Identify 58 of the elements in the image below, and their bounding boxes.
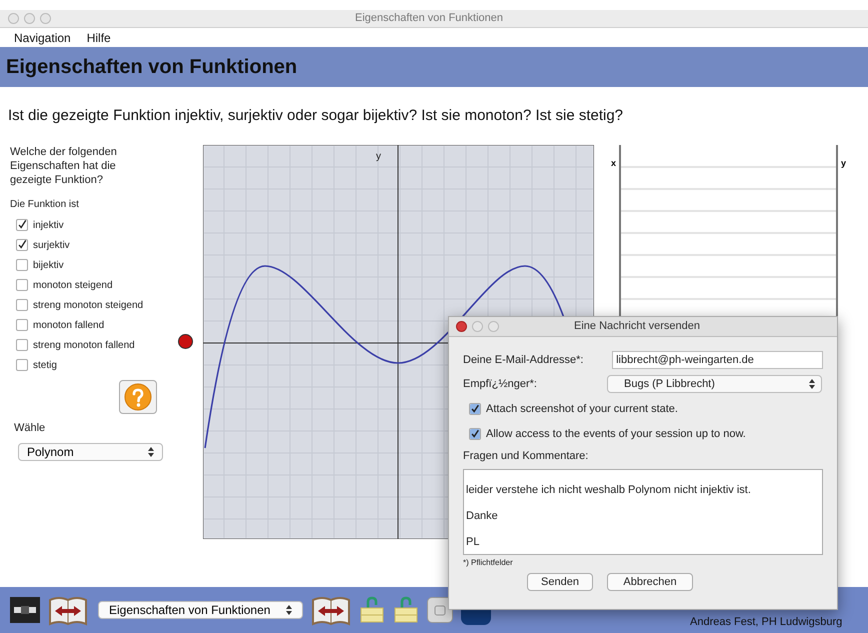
option-label: monoton fallend — [33, 318, 104, 332]
topic-select[interactable]: Eigenschaften von Funktionen — [98, 601, 303, 619]
checkbox[interactable] — [16, 219, 28, 231]
stepper-icon — [809, 379, 815, 389]
field-label: Deine E-Mail-Addresse*: — [463, 352, 584, 368]
question-mark-icon — [124, 383, 152, 411]
field-label: Fragen und Kommentare: — [463, 449, 590, 464]
close-button[interactable] — [456, 321, 467, 332]
menu-item[interactable]: Navigation — [14, 28, 71, 46]
book-back-icon[interactable] — [48, 594, 88, 626]
send-button[interactable]: Senden — [527, 572, 593, 590]
axis-label: y — [376, 150, 381, 164]
required-note: *) Pflichtfelder — [463, 556, 514, 568]
book-forward-icon[interactable] — [311, 594, 351, 626]
page-heading: Eigenschaften von Funktionen — [6, 55, 298, 80]
cancel-button[interactable]: Abbrechen — [607, 572, 693, 590]
question-text: Ist die gezeigte Funktion injektiv, surjektiv oder sogar bijektiv? Ist sie monoton? Ist sie stetig? — [8, 106, 624, 126]
checkbox[interactable] — [16, 339, 28, 351]
minimize-button[interactable] — [24, 13, 35, 24]
comment-field[interactable]: leider verstehe ich nicht weshalb Polynom nicht injektiv ist. Danke PL — [463, 468, 823, 554]
option-label: monoton steigend — [33, 278, 113, 292]
credit-text: Andreas Fest, PH Ludwigsburg — [690, 615, 842, 630]
checkbox[interactable] — [16, 259, 28, 271]
choose-label: Wähle — [13, 421, 46, 436]
zoom-button[interactable] — [488, 321, 499, 332]
checkbox[interactable] — [16, 299, 28, 311]
prompt-text: Welche der folgenden Eigenschaften hat die gezeigte Funktion? — [10, 145, 118, 187]
function-select[interactable]: Polynom — [18, 442, 163, 460]
field-label: Empfï¿½nger*: — [463, 376, 538, 392]
option-label: bijektiv — [33, 258, 64, 272]
checkbox[interactable] — [16, 359, 28, 371]
checkbox[interactable] — [16, 319, 28, 331]
save-button[interactable] — [427, 597, 453, 623]
window-title: Eigenschaften von Funktionen — [355, 11, 503, 26]
option-label: streng monoton steigend — [33, 298, 144, 312]
checkbox[interactable] — [469, 428, 481, 440]
option-label: surjektiv — [33, 238, 70, 252]
menu-item[interactable]: Hilfe — [86, 28, 111, 46]
zoom-button[interactable] — [40, 13, 51, 24]
stepper-icon — [148, 446, 154, 456]
option-label: Attach screenshot of your current state. — [486, 402, 678, 417]
recipient-select[interactable]: Bugs (P Libbrecht) — [607, 375, 822, 393]
minimize-button[interactable] — [472, 321, 483, 332]
help-button[interactable] — [119, 380, 157, 414]
column-header: y — [841, 157, 846, 170]
option-label: injektiv — [33, 218, 64, 232]
checkbox[interactable] — [16, 239, 28, 251]
logo-icon — [10, 597, 40, 623]
option-label: streng monoton fallend — [33, 338, 135, 352]
email-field[interactable]: libbrecht@ph-weingarten.de — [612, 351, 823, 369]
option-label: stetig — [33, 358, 57, 372]
dialog-title: Eine Nachricht versenden — [574, 319, 700, 334]
checkbox[interactable] — [469, 403, 481, 416]
group-label: Die Funktion ist — [10, 198, 80, 212]
stepper-icon — [286, 605, 292, 615]
checkbox[interactable] — [16, 279, 28, 291]
column-header: x — [611, 157, 616, 170]
option-label: Allow access to the events of your session up to now. — [486, 426, 746, 442]
